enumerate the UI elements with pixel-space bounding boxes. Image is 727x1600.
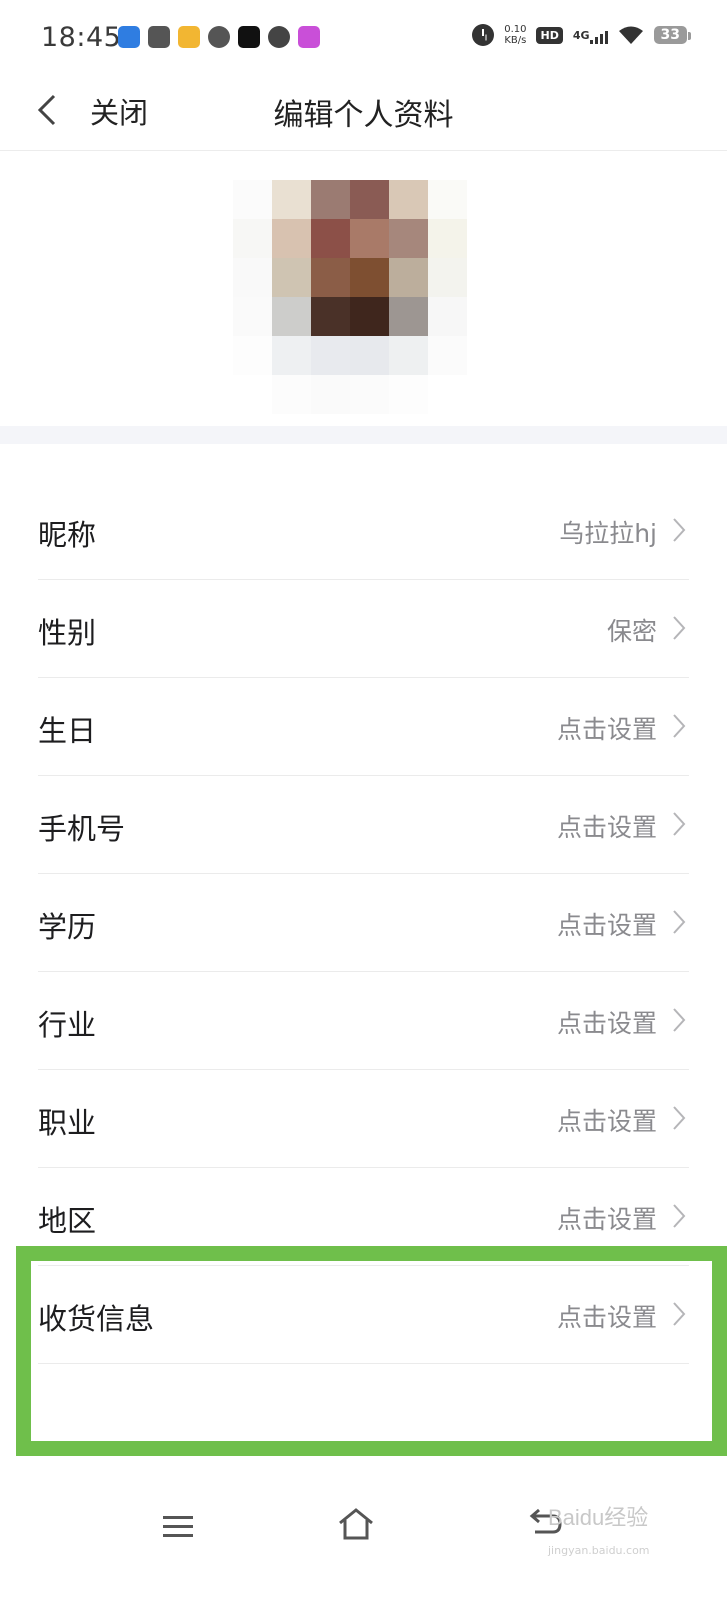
chevron-right-icon bbox=[673, 616, 686, 640]
net-speed-value: 0.10 bbox=[504, 24, 527, 35]
network-type: 4G bbox=[572, 28, 590, 42]
avatar[interactable] bbox=[233, 180, 467, 414]
cloud-icon bbox=[208, 26, 230, 48]
network-indicator: 4G bbox=[572, 28, 608, 44]
home-icon[interactable] bbox=[337, 1506, 375, 1542]
status-bar: 18:45 0.10 KB/s HD 4G 33 bbox=[0, 0, 727, 80]
battery-indicator: 33 bbox=[653, 26, 692, 44]
row-label: 收货信息 bbox=[38, 1302, 155, 1336]
row-industry[interactable]: 行业 点击设置 bbox=[38, 972, 689, 1070]
row-label: 昵称 bbox=[38, 518, 97, 552]
row-label: 手机号 bbox=[38, 812, 126, 846]
xiaohongshu-icon bbox=[148, 26, 170, 48]
signal-icon bbox=[589, 30, 608, 44]
menu-icon[interactable] bbox=[162, 1514, 194, 1540]
row-value: 点击设置 bbox=[556, 911, 657, 940]
watermark-url: jingyan.baidu.com bbox=[548, 1544, 650, 1557]
row-label: 行业 bbox=[38, 1008, 97, 1042]
chevron-right-icon bbox=[673, 1302, 686, 1326]
stock-app-icon bbox=[118, 26, 140, 48]
hd-badge: HD bbox=[536, 26, 563, 44]
row-value: 点击设置 bbox=[556, 1009, 657, 1038]
status-right: 0.10 KB/s HD 4G 33 bbox=[472, 24, 692, 46]
app-j-icon bbox=[298, 26, 320, 48]
row-value: 保密 bbox=[606, 617, 657, 646]
row-value: 点击设置 bbox=[556, 1205, 657, 1234]
profile-list: 昵称 乌拉拉hj 性别 保密 生日 点击设置 手机号 点击设置 学历 点击设置 … bbox=[0, 482, 727, 1364]
row-value: 点击设置 bbox=[556, 1303, 657, 1332]
chevron-right-icon bbox=[673, 1204, 686, 1228]
section-divider bbox=[0, 426, 727, 444]
notification-icons bbox=[118, 26, 320, 48]
watermark: Baidu经验 bbox=[548, 1505, 649, 1530]
row-label: 学历 bbox=[38, 910, 97, 944]
row-label: 地区 bbox=[38, 1204, 97, 1238]
status-time: 18:45 bbox=[41, 22, 122, 53]
message-icon bbox=[268, 26, 290, 48]
row-value: 点击设置 bbox=[556, 1107, 657, 1136]
alarm-icon bbox=[472, 24, 495, 46]
row-birthday[interactable]: 生日 点击设置 bbox=[38, 678, 689, 776]
row-gender[interactable]: 性别 保密 bbox=[38, 580, 689, 678]
wifi-icon bbox=[618, 26, 643, 44]
page-title: 编辑个人资料 bbox=[273, 98, 454, 133]
chevron-right-icon bbox=[673, 1008, 686, 1032]
net-speed-unit: KB/s bbox=[504, 35, 527, 46]
chevron-right-icon bbox=[673, 812, 686, 836]
row-value: 点击设置 bbox=[556, 715, 657, 744]
row-label: 性别 bbox=[38, 616, 97, 650]
row-occupation[interactable]: 职业 点击设置 bbox=[38, 1070, 689, 1168]
row-education[interactable]: 学历 点击设置 bbox=[38, 874, 689, 972]
row-label: 生日 bbox=[38, 714, 97, 748]
row-nickname[interactable]: 昵称 乌拉拉hj bbox=[38, 482, 689, 580]
nav-bar: 关闭 编辑个人资料 bbox=[0, 72, 727, 151]
tiktok-icon bbox=[238, 26, 260, 48]
row-label: 职业 bbox=[38, 1106, 97, 1140]
weibo-icon bbox=[178, 26, 200, 48]
row-value: 乌拉拉hj bbox=[559, 519, 657, 548]
net-speed: 0.10 KB/s bbox=[504, 24, 526, 46]
chevron-right-icon bbox=[673, 1106, 686, 1130]
row-shipping-info[interactable]: 收货信息 点击设置 bbox=[38, 1266, 689, 1364]
chevron-right-icon bbox=[673, 714, 686, 738]
row-region[interactable]: 地区 点击设置 bbox=[38, 1168, 689, 1266]
chevron-right-icon bbox=[673, 518, 686, 542]
chevron-right-icon bbox=[673, 910, 686, 934]
row-phone[interactable]: 手机号 点击设置 bbox=[38, 776, 689, 874]
avatar-image bbox=[233, 180, 467, 414]
system-nav-bar: Baidu经验 jingyan.baidu.com bbox=[0, 1480, 727, 1600]
row-value: 点击设置 bbox=[556, 813, 657, 842]
